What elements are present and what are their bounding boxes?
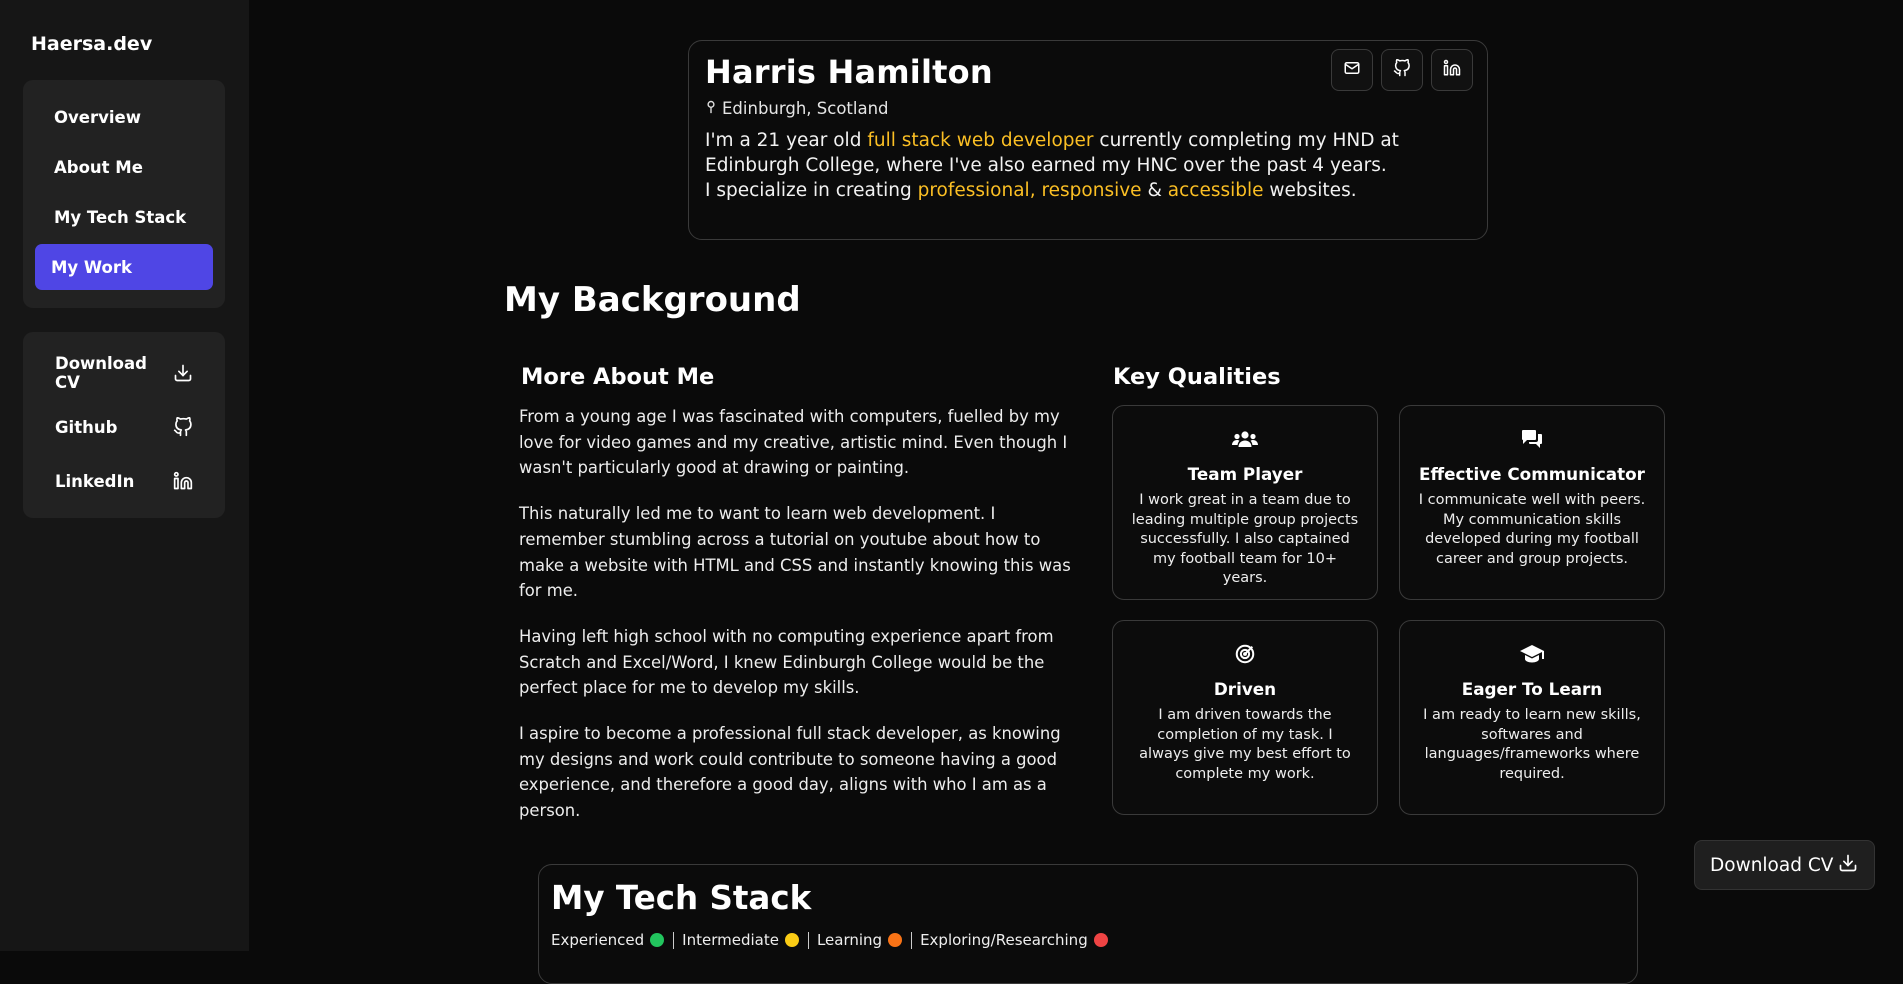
legend-label: Exploring/Researching bbox=[920, 931, 1088, 949]
nav-menu: Overview About Me My Tech Stack My Work bbox=[23, 80, 225, 308]
divider bbox=[911, 931, 913, 949]
users-icon bbox=[1113, 426, 1377, 452]
nav-item-overview[interactable]: Overview bbox=[35, 94, 213, 140]
graduation-cap-icon bbox=[1400, 641, 1664, 667]
divider bbox=[807, 931, 809, 949]
skill-legend: Experienced Intermediate Learning Explor… bbox=[551, 931, 1625, 949]
bio-text: & bbox=[1141, 180, 1168, 201]
quality-title: Driven bbox=[1213, 679, 1277, 699]
quality-text: I am driven towards the completion of my… bbox=[1139, 707, 1351, 782]
about-paragraph: This naturally led me to want to learn w… bbox=[519, 504, 1071, 601]
about-paragraph: Having left high school with no computin… bbox=[519, 626, 1054, 698]
profile-bio: I'm a 21 year old full stack web develop… bbox=[705, 128, 1471, 203]
target-icon bbox=[1113, 641, 1377, 667]
email-button[interactable] bbox=[1331, 49, 1373, 91]
about-title: More About Me bbox=[521, 364, 715, 390]
nav-item-tech-stack[interactable]: My Tech Stack bbox=[35, 194, 213, 240]
about-paragraph: I aspire to become a professional full s… bbox=[519, 724, 1061, 821]
bio-highlight: responsive bbox=[1041, 180, 1142, 201]
linkedin-label: LinkedIn bbox=[55, 471, 135, 491]
brand-logo[interactable]: Haersa.dev bbox=[31, 33, 152, 55]
download-cv-link[interactable]: Download CV bbox=[23, 346, 225, 400]
profile-location: Edinburgh, Scotland bbox=[705, 99, 1471, 118]
quality-card-eager-to-learn: Eager To Learn I am ready to learn new s… bbox=[1399, 620, 1665, 815]
quality-card-communicator: Effective Communicator I communicate wel… bbox=[1399, 405, 1665, 600]
github-button[interactable] bbox=[1381, 49, 1423, 91]
background-title: My Background bbox=[504, 280, 801, 320]
download-icon bbox=[1838, 853, 1858, 878]
github-label: Github bbox=[55, 417, 118, 437]
legend-label: Learning bbox=[816, 931, 883, 949]
linkedin-icon bbox=[1443, 59, 1461, 81]
tech-stack-section: My Tech Stack Experienced Intermediate L… bbox=[538, 864, 1638, 984]
tech-stack-title: My Tech Stack bbox=[551, 879, 812, 917]
more-about-me: More About Me From a young age I was fas… bbox=[519, 364, 1079, 844]
quality-title: Effective Communicator bbox=[1419, 464, 1645, 484]
legend-label: Experienced bbox=[551, 931, 645, 949]
legend-dot bbox=[784, 933, 799, 947]
nav-item-my-work[interactable]: My Work bbox=[35, 244, 213, 290]
bio-highlight: accessible bbox=[1167, 180, 1264, 201]
about-paragraph: From a young age I was fascinated with c… bbox=[519, 407, 1068, 478]
quality-card-driven: Driven I am driven towards the completio… bbox=[1112, 620, 1378, 815]
legend-item: Learning bbox=[817, 931, 911, 949]
quality-text: I am ready to learn new skills, software… bbox=[1423, 707, 1641, 782]
divider bbox=[673, 931, 675, 949]
linkedin-icon bbox=[172, 470, 194, 492]
quality-title: Eager To Learn bbox=[1461, 679, 1603, 699]
legend-dot bbox=[1093, 933, 1108, 947]
download-cv-label: Download CV bbox=[55, 354, 147, 392]
github-link[interactable]: Github bbox=[23, 400, 225, 454]
external-links: Download CV Github LinkedIn bbox=[23, 332, 225, 518]
chat-icon bbox=[1400, 426, 1664, 452]
download-cv-button[interactable]: Download CV bbox=[1694, 840, 1875, 890]
legend-item: Experienced bbox=[551, 931, 673, 949]
map-pin-icon bbox=[705, 99, 717, 118]
legend-item: Intermediate bbox=[682, 931, 808, 949]
bio-highlight: professional bbox=[917, 180, 1030, 201]
legend-dot bbox=[650, 933, 665, 947]
quality-card-team-player: Team Player I work great in a team due t… bbox=[1112, 405, 1378, 600]
bio-text: I specialize in creating bbox=[705, 180, 918, 201]
linkedin-button[interactable] bbox=[1431, 49, 1473, 91]
download-icon bbox=[173, 362, 194, 384]
nav-item-about-me[interactable]: About Me bbox=[35, 144, 213, 190]
bio-highlight: full stack web developer bbox=[867, 130, 1094, 151]
key-qualities-title: Key Qualities bbox=[1113, 364, 1281, 390]
bio-text: , bbox=[1029, 180, 1042, 201]
linkedin-link[interactable]: LinkedIn bbox=[23, 454, 225, 508]
github-icon bbox=[1393, 58, 1411, 81]
quality-text: I communicate well with peers. My commun… bbox=[1418, 492, 1646, 567]
bio-text: I'm a 21 year old bbox=[705, 130, 868, 151]
legend-label: Intermediate bbox=[682, 931, 779, 949]
bio-text: websites. bbox=[1263, 180, 1357, 201]
download-cv-label: Download CV bbox=[1710, 854, 1834, 876]
location-text: Edinburgh, Scotland bbox=[722, 99, 889, 118]
quality-title: Team Player bbox=[1187, 464, 1303, 484]
legend-item: Exploring/Researching bbox=[920, 931, 1117, 949]
profile-card: Harris Hamilton Edinburgh, Scotland I'm … bbox=[688, 40, 1488, 240]
github-icon bbox=[172, 416, 194, 438]
social-buttons bbox=[1331, 49, 1473, 91]
sidebar: Haersa.dev Overview About Me My Tech Sta… bbox=[0, 0, 249, 951]
quality-text: I work great in a team due to leading mu… bbox=[1131, 492, 1359, 586]
legend-dot bbox=[888, 933, 903, 947]
mail-icon bbox=[1343, 59, 1361, 81]
